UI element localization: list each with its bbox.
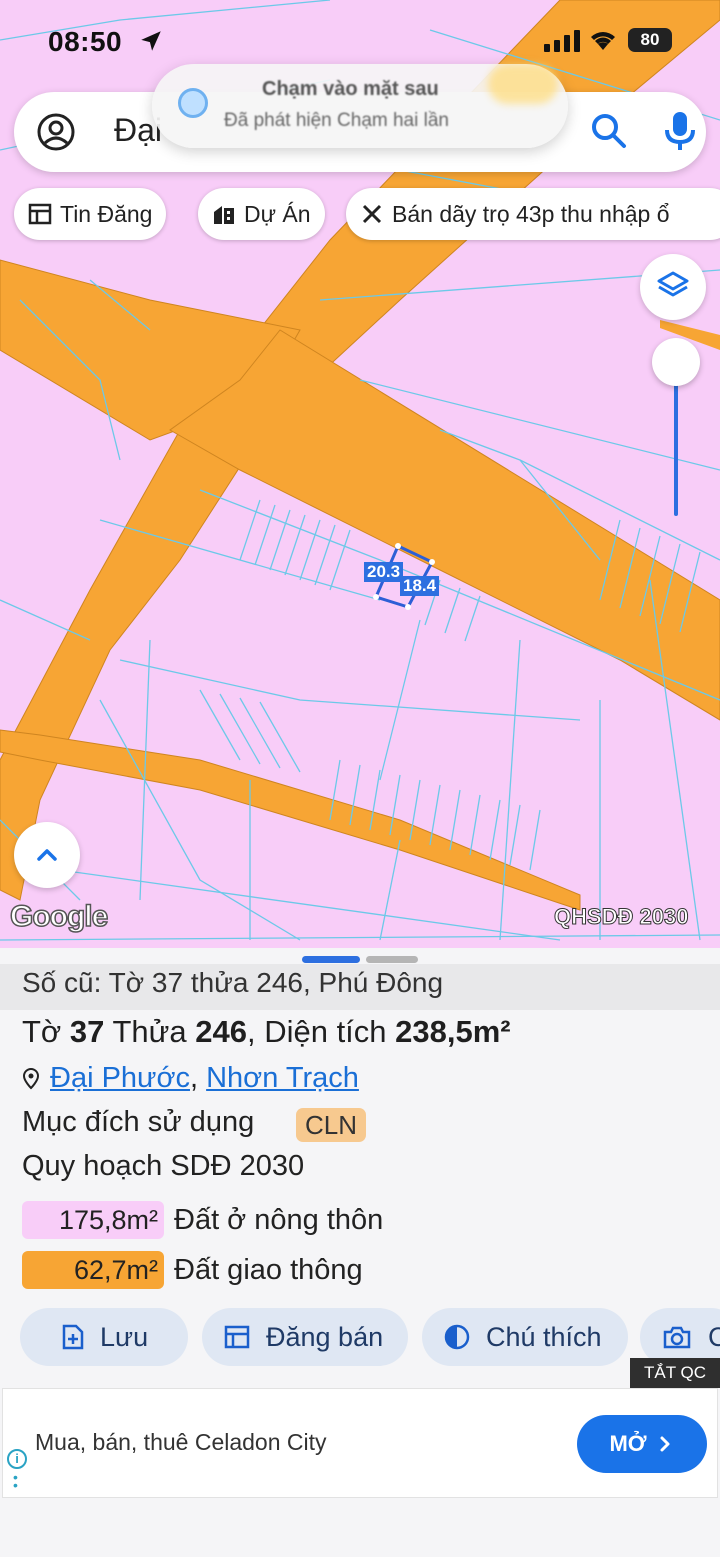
location-separator: , <box>189 1062 199 1094</box>
location-arrow-icon <box>141 31 161 51</box>
zone-label-residential: Đất ở nông thôn <box>174 1204 384 1236</box>
chip-label: Dự Án <box>244 200 311 227</box>
building-icon <box>214 206 234 224</box>
sheet-number: 37 <box>69 1014 105 1049</box>
ad-open-button[interactable]: MỞ <box>577 1415 707 1473</box>
save-button[interactable]: Lưu <box>20 1308 188 1366</box>
old-reference-text: Số cũ: Tờ 37 thửa 246, Phú Đông <box>22 967 444 998</box>
area-value: 238,5m² <box>395 1014 511 1049</box>
parcel-title: Tờ 37 Thửa 246, Diện tích 238,5m² <box>22 1014 511 1050</box>
battery-indicator: 80 <box>628 28 672 52</box>
legend-label: Chú thích <box>486 1321 602 1352</box>
tools-icon <box>362 204 382 224</box>
toast-subtitle: Đã phát hiện Chạm hai lần <box>224 110 449 131</box>
area-label: , Diện tích <box>246 1014 387 1049</box>
post-icon <box>224 1325 250 1349</box>
location-row: Đại Phước, Nhơn Trạch <box>22 1062 359 1095</box>
parcel-label: Thửa <box>112 1014 187 1049</box>
status-time: 08:50 <box>48 26 123 57</box>
ad-banner[interactable]: i • • Mua, bán, thuê Celadon City MỞ <box>2 1388 718 1498</box>
parcel-width-label: 20.3 <box>364 562 404 582</box>
pin-icon <box>22 1068 40 1090</box>
ad-options-icon[interactable]: • • <box>13 1470 19 1492</box>
legend-icon <box>444 1324 470 1350</box>
ad-info-icon[interactable]: i <box>7 1449 27 1469</box>
google-logo: Google <box>9 899 109 934</box>
chip-tin-dang[interactable]: Tin Đăng <box>14 188 167 240</box>
save-icon <box>62 1324 84 1350</box>
search-icon[interactable] <box>588 110 630 152</box>
post-sale-button[interactable]: Đăng bán <box>202 1308 408 1366</box>
back-tap-toast: Chạm vào mặt sau Đã phát hiện Chạm hai l… <box>152 64 568 148</box>
save-label: Lưu <box>100 1321 149 1352</box>
chevron-up-icon <box>37 849 57 861</box>
account-icon[interactable] <box>36 112 76 152</box>
chip-label: Tin Đăng <box>60 200 153 227</box>
chevron-right-icon <box>660 1436 670 1452</box>
ad-text: Mua, bán, thuê Celadon City <box>35 1429 327 1455</box>
camera-label: C <box>708 1321 720 1352</box>
close-ad-button[interactable]: TẮT QC <box>630 1358 720 1388</box>
parcel-length-label: 18.4 <box>400 576 440 596</box>
sheet-handle-active[interactable] <box>302 956 360 963</box>
microphone-icon[interactable] <box>658 108 702 154</box>
district-link[interactable]: Nhơn Trạch <box>206 1062 359 1094</box>
parcel-number: 246 <box>195 1014 247 1049</box>
zone-area-transport: 62,7m² <box>22 1251 164 1289</box>
chip-du-an[interactable]: Dự Án <box>198 188 325 240</box>
old-reference-row: Số cũ: Tờ 37 thửa 246, Phú Đông <box>0 964 720 1010</box>
plan-layer-label: QHSDĐ 2030 <box>554 904 690 930</box>
chip-label: Bán dãy trọ 43p thu nhập ổ <box>392 200 670 227</box>
toast-title: Chạm vào mặt sau <box>262 78 439 100</box>
wifi-icon <box>591 32 615 50</box>
chip-listing-title[interactable]: Bán dãy trọ 43p thu nhập ổ <box>346 188 720 240</box>
plan-heading: Quy hoạch SDĐ 2030 <box>22 1150 305 1182</box>
zone-area-residential: 175,8m² <box>22 1201 164 1239</box>
sheet-handle[interactable] <box>366 956 418 963</box>
layers-button[interactable] <box>640 254 706 320</box>
listing-icon <box>28 203 52 225</box>
opacity-slider-knob[interactable] <box>652 338 700 386</box>
post-sale-label: Đăng bán <box>266 1321 384 1352</box>
ad-open-label: MỞ <box>609 1431 647 1456</box>
zone-label-transport: Đất giao thông <box>174 1254 363 1286</box>
toast-glow <box>488 64 558 104</box>
sheet-label: Tờ <box>22 1014 62 1049</box>
accessibility-icon <box>178 88 208 118</box>
status-bar: 08:50 80 <box>0 22 720 62</box>
purpose-label: Mục đích sử dụng <box>22 1106 255 1138</box>
legend-button[interactable]: Chú thích <box>422 1308 628 1366</box>
layers-icon <box>657 271 689 297</box>
cell-signal-icon <box>544 30 580 52</box>
purpose-code-badge: CLN <box>296 1108 367 1142</box>
camera-icon <box>663 1326 691 1349</box>
ward-link[interactable]: Đại Phước <box>50 1062 190 1094</box>
expand-sheet-button[interactable] <box>14 822 80 888</box>
